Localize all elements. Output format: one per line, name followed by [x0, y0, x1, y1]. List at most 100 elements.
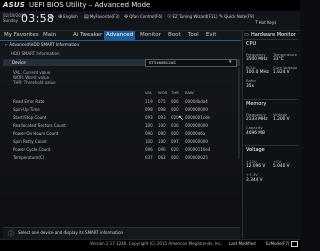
quick-note-button[interactable]: ✎Quick Note(F9)	[219, 14, 254, 20]
smart-val: 037	[145, 155, 153, 160]
section-title: HDD SMART Information	[11, 51, 60, 56]
cpu-frequency-value: 3500 MHz	[246, 57, 268, 62]
version-text: Version 2.17.1246. Copyright (C) 2015 Am…	[90, 241, 223, 246]
info-icon: ⓘ	[8, 231, 15, 238]
language-label: English	[63, 14, 78, 19]
bios-window: ASUS UEFI BIOS Utility – Advanced Mode 0…	[0, 0, 301, 251]
smart-attr-name: Spin-Up Time	[13, 107, 40, 112]
v5-value: 5.040 V	[273, 164, 290, 169]
ez-tuning-label: EZ Tuning Wizard(F11)	[172, 14, 218, 19]
smart-wor: 093	[158, 115, 166, 120]
device-label: Device	[12, 60, 26, 65]
quick-note-label: Quick Note(F9)	[224, 14, 255, 19]
smart-wor: 090	[158, 131, 166, 136]
myfavorite-label: MyFavorite(F3)	[89, 14, 120, 19]
ratio-value: 35x	[246, 84, 255, 89]
column-val: VAL	[145, 90, 153, 95]
myfavorite-icon: ▤	[84, 14, 89, 20]
language-selector[interactable]: ⊕English	[58, 14, 78, 20]
quick-note-icon: ✎	[219, 14, 224, 20]
tab-exit[interactable]: Exit	[206, 31, 216, 40]
gear-icon[interactable]: ⚙	[49, 14, 54, 21]
tab-main[interactable]: Main	[43, 31, 56, 40]
smart-attr-name: Read Error Rate	[13, 99, 45, 104]
smart-wor: 096	[158, 147, 166, 152]
tab-boot[interactable]: Boot	[168, 31, 181, 40]
hot-keys-icon: ?	[255, 20, 258, 26]
cpu-temperature-value: 33°C	[273, 57, 284, 62]
qfan-control-button[interactable]: ✣Qfan Control(F6)	[124, 14, 162, 20]
column-raw: RAW	[185, 90, 194, 95]
memory-frequency-value: 2133 MHz	[246, 117, 268, 122]
tab-monitor[interactable]: Monitor	[140, 31, 161, 40]
smart-thr: 036	[171, 123, 179, 128]
hot-keys-button[interactable]: ?Hot Keys	[255, 20, 276, 26]
smart-val: 119	[145, 99, 153, 104]
breadcrumb[interactable]: ←Advanced\HDD SMART Information	[5, 42, 79, 47]
smart-attr-name: Temperature(C)	[13, 155, 45, 160]
smart-raw: 000000025	[185, 155, 208, 160]
smart-wor: 075	[158, 99, 166, 104]
globe-icon: ⊕	[58, 14, 63, 20]
smart-raw: 00000110e4	[185, 147, 211, 152]
breadcrumb-text: Advanced\HDD SMART Information	[9, 42, 79, 47]
smart-val: 100	[145, 123, 153, 128]
smart-val: 098	[145, 107, 153, 112]
smart-wor: 063	[158, 155, 166, 160]
smart-thr: 097	[171, 139, 179, 144]
smart-thr: 000	[171, 107, 179, 112]
smart-thr: 000	[171, 131, 179, 136]
back-arrow-icon[interactable]: ←	[5, 42, 8, 47]
smart-val: 100	[145, 139, 153, 144]
cpu-section-title: CPU	[246, 41, 257, 47]
monitor-icon: ▭	[244, 32, 249, 38]
ezmode-label: EzMode(F7)	[266, 241, 290, 246]
myfavorite-button[interactable]: ▤MyFavorite(F3)	[84, 14, 120, 20]
chevron-down-icon[interactable]: ▾	[229, 59, 232, 65]
smart-raw: 000000000	[185, 139, 208, 144]
capacity-label: Capacity	[246, 125, 263, 130]
smart-attr-name: Power Cycle Count	[13, 147, 51, 152]
voltage-section-title: Voltage	[246, 147, 265, 153]
hot-keys-label: Hot Keys	[258, 20, 277, 25]
smart-wor: 100	[158, 123, 166, 128]
hardware-monitor-title: Hardware Monitor	[251, 32, 296, 38]
v12-value: 12.096 V	[246, 164, 266, 169]
ezmode-button[interactable]: EzMode(F7)	[266, 241, 298, 247]
asus-logo: ASUS	[3, 1, 25, 9]
smart-val: 093	[145, 115, 153, 120]
ez-tuning-wizard-button[interactable]: ☉EZ Tuning Wizard(F11)	[167, 14, 218, 20]
memory-voltage-value: 1.200 V	[273, 117, 290, 122]
tab-my-favorites[interactable]: My Favorites	[4, 31, 39, 40]
qfan-icon: ✣	[124, 14, 129, 20]
qfan-label: Qfan Control(F6)	[129, 14, 163, 19]
device-select-value: ST3160812AS	[149, 60, 176, 65]
bclk-value: 100.0 MHz	[246, 70, 269, 75]
ratio-label: Ratio	[246, 78, 256, 83]
scrollbar[interactable]	[238, 68, 240, 158]
smart-val: 096	[145, 147, 153, 152]
last-modified-button[interactable]: Last Modified	[229, 241, 256, 246]
smart-attr-name: Spin Retry Count	[13, 139, 47, 144]
smart-attr-name: Power-On Hours Count	[13, 131, 59, 136]
smart-thr: 006	[171, 99, 179, 104]
tab-advanced[interactable]: Advanced	[104, 31, 136, 40]
column-thr: THR	[171, 90, 179, 95]
smart-raw: 0000dbda4	[185, 99, 208, 104]
tab-underline	[0, 40, 241, 41]
legend-thr: THR: Threshold value	[13, 80, 56, 85]
v33-value: 3.344 V	[246, 178, 263, 183]
smart-attr-name: Start/Stop Count	[13, 115, 47, 120]
tab-ai-tweaker[interactable]: Ai Tweaker	[73, 31, 102, 40]
smart-raw: 000000000	[185, 123, 208, 128]
window-title: UEFI BIOS Utility – Advanced Mode	[29, 1, 151, 9]
v33-label: +3.3V	[246, 172, 258, 177]
ez-tuning-icon: ☉	[167, 14, 172, 20]
smart-raw: 0000001cde	[185, 115, 211, 120]
column-wor: WOR	[158, 90, 168, 95]
divider	[244, 145, 298, 146]
smart-thr: 000	[171, 155, 179, 160]
smart-thr: 020	[171, 147, 179, 152]
memory-section-title: Memory	[246, 101, 267, 107]
tab-tool[interactable]: Tool	[188, 31, 199, 40]
